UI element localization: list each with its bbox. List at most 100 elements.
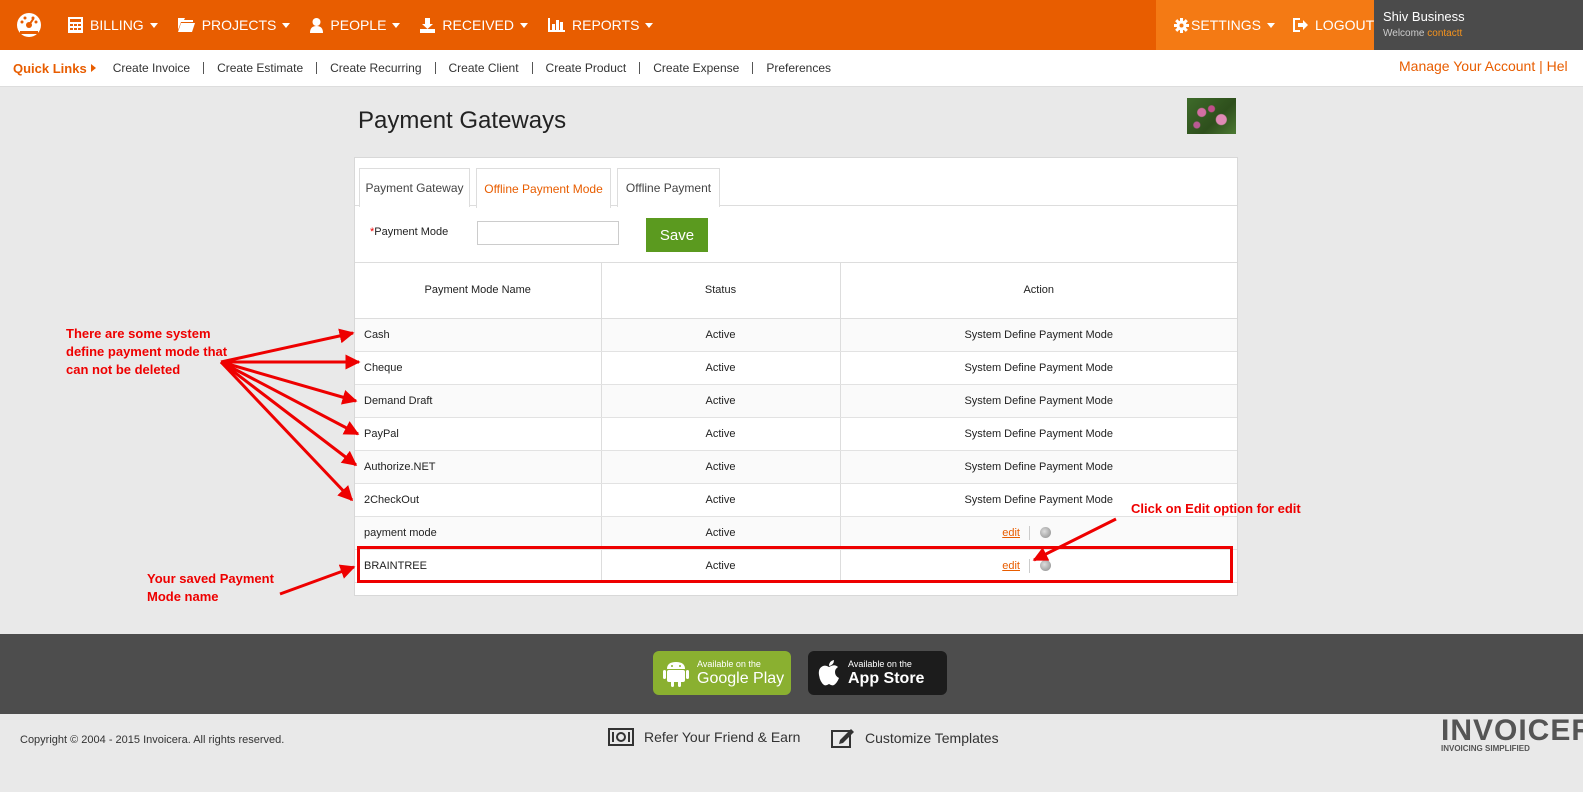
arrow-to-2checkout — [219, 360, 354, 502]
logout-button[interactable]: LOGOUT — [1293, 17, 1374, 33]
copyright-text: Copyright © 2004 - 2015 Invoicera. All r… — [20, 734, 285, 746]
brand-name: INVOICERA — [1441, 714, 1583, 747]
tab-offline-payment-mode[interactable]: Offline Payment Mode — [476, 168, 611, 208]
quick-link-create-estimate[interactable]: Create Estimate — [204, 62, 318, 74]
quick-links-title-text: Quick Links — [13, 60, 87, 76]
row-name: Cash — [355, 318, 602, 352]
caret-down-icon — [1267, 22, 1276, 28]
tab-bar: Payment Gateway Offline Payment Mode Off… — [355, 158, 1237, 208]
gear-icon — [1174, 17, 1189, 33]
table-header-row: Payment Mode Name Status Action — [355, 263, 1237, 319]
edit-link[interactable]: edit — [1002, 527, 1020, 539]
quick-link-preferences[interactable]: Preferences — [753, 62, 844, 74]
header-payment-mode-name: Payment Mode Name — [355, 263, 602, 319]
payment-mode-table: Payment Mode Name Status Action Cash Act… — [355, 263, 1237, 583]
quick-links-bar: Quick Links Create Invoice Create Estima… — [0, 50, 1583, 87]
table-row: Cheque Active System Define Payment Mode — [355, 351, 1237, 385]
refer-friend-link[interactable]: Refer Your Friend & Earn — [608, 728, 800, 746]
caret-down-icon — [520, 22, 528, 28]
nav-projects-label: PROJECTS — [201, 17, 277, 33]
annotation-edit-hint: Click on Edit option for edit — [1131, 501, 1301, 516]
top-navbar: BILLING PROJECTS PEOPLE RECEIVED REPORTS… — [0, 0, 1583, 50]
download-icon — [420, 17, 436, 33]
bar-chart-icon — [548, 18, 565, 32]
quick-link-create-expense[interactable]: Create Expense — [640, 62, 754, 74]
google-play-small: Available on the — [697, 658, 761, 669]
nav-reports-label: REPORTS — [572, 17, 640, 33]
invoicera-logo: INVOICERA INVOICING SIMPLIFIED — [1441, 714, 1583, 753]
customize-templates-link[interactable]: Customize Templates — [831, 728, 999, 748]
money-icon — [608, 728, 634, 746]
row-name: PayPal — [355, 417, 602, 451]
annotation-system-modes: There are some system define payment mod… — [66, 326, 228, 377]
caret-right-icon — [90, 64, 96, 72]
android-icon — [663, 662, 689, 687]
row-name: 2CheckOut — [355, 483, 602, 517]
google-play-button[interactable]: Available on the Google Play — [653, 651, 791, 695]
arrow-to-authorize — [220, 360, 358, 467]
nav-reports[interactable]: REPORTS — [548, 17, 654, 33]
app-store-text: Available on the App Store — [848, 659, 924, 688]
row-status: Active — [601, 417, 841, 451]
quick-links-list: Create Invoice Create Estimate Create Re… — [100, 62, 844, 74]
arrow-to-demand-draft — [220, 360, 358, 405]
row-action: edit — [840, 516, 1237, 550]
app-store-button[interactable]: Available on the App Store — [808, 651, 947, 695]
row-status: Active — [601, 483, 841, 517]
tab-payment-gateway[interactable]: Payment Gateway — [359, 168, 470, 207]
app-store-big: App Store — [848, 669, 925, 687]
row-name: Cheque — [355, 351, 602, 385]
nav-people[interactable]: PEOPLE — [310, 17, 401, 33]
customize-templates-label: Customize Templates — [865, 730, 999, 746]
table-row: 2CheckOut Active System Define Payment M… — [355, 483, 1237, 517]
annotation-highlight-box — [357, 546, 1233, 583]
page-title: Payment Gateways — [358, 107, 567, 134]
save-button[interactable]: Save — [646, 218, 708, 252]
calculator-icon — [68, 17, 83, 33]
row-action: System Define Payment Mode — [840, 351, 1237, 385]
nav-received-label: RECEIVED — [442, 17, 514, 33]
logout-icon — [1293, 18, 1309, 32]
welcome-label: Welcome — [1383, 28, 1425, 39]
quick-link-create-recurring[interactable]: Create Recurring — [317, 62, 436, 74]
row-action: System Define Payment Mode — [840, 318, 1237, 352]
caret-down-icon — [149, 22, 158, 28]
caret-down-icon — [645, 22, 654, 28]
dashboard-gauge-icon[interactable] — [14, 11, 44, 37]
manage-account-link[interactable]: Manage Your Account | Hel — [1399, 58, 1568, 74]
settings-menu[interactable]: SETTINGS — [1174, 17, 1276, 33]
tab-offline-payment[interactable]: Offline Payment — [617, 168, 720, 207]
header-action: Action — [840, 263, 1237, 319]
action-divider — [1029, 525, 1030, 540]
row-status: Active — [601, 450, 841, 484]
welcome-username[interactable]: contactt — [1427, 28, 1462, 39]
quick-link-create-product[interactable]: Create Product — [533, 62, 641, 74]
user-info[interactable]: Shiv Business Welcome contactt — [1374, 0, 1583, 50]
quick-links-title: Quick Links — [13, 61, 96, 76]
payment-mode-input[interactable] — [477, 221, 619, 245]
table-row: Authorize.NET Active System Define Payme… — [355, 450, 1237, 484]
google-play-big: Google Play — [697, 669, 785, 687]
caret-down-icon — [392, 22, 401, 28]
row-status: Active — [601, 351, 841, 385]
annotation-saved-mode: Your saved Payment Mode name — [147, 571, 274, 604]
nav-received[interactable]: RECEIVED — [420, 17, 528, 33]
quick-link-create-invoice[interactable]: Create Invoice — [100, 62, 205, 74]
row-name: payment mode — [355, 516, 602, 550]
payment-gateways-panel: Payment Gateway Offline Payment Mode Off… — [354, 157, 1238, 596]
payment-mode-label-text: Payment Mode — [374, 226, 449, 238]
nav-people-label: PEOPLE — [330, 17, 387, 33]
settings-label: SETTINGS — [1191, 17, 1262, 33]
table-row: Demand Draft Active System Define Paymen… — [355, 384, 1237, 418]
row-action: System Define Payment Mode — [840, 450, 1237, 484]
settings-area: SETTINGS LOGOUT — [1156, 0, 1374, 50]
edit-template-icon — [831, 729, 854, 748]
delete-icon[interactable] — [1040, 527, 1051, 538]
quick-link-create-client[interactable]: Create Client — [436, 62, 533, 74]
user-icon — [310, 17, 324, 33]
row-name: Demand Draft — [355, 384, 602, 418]
bottom-footer: Copyright © 2004 - 2015 Invoicera. All r… — [0, 714, 1583, 792]
logout-label: LOGOUT — [1315, 17, 1375, 33]
nav-projects[interactable]: PROJECTS — [177, 17, 291, 33]
nav-billing[interactable]: BILLING — [68, 17, 158, 33]
